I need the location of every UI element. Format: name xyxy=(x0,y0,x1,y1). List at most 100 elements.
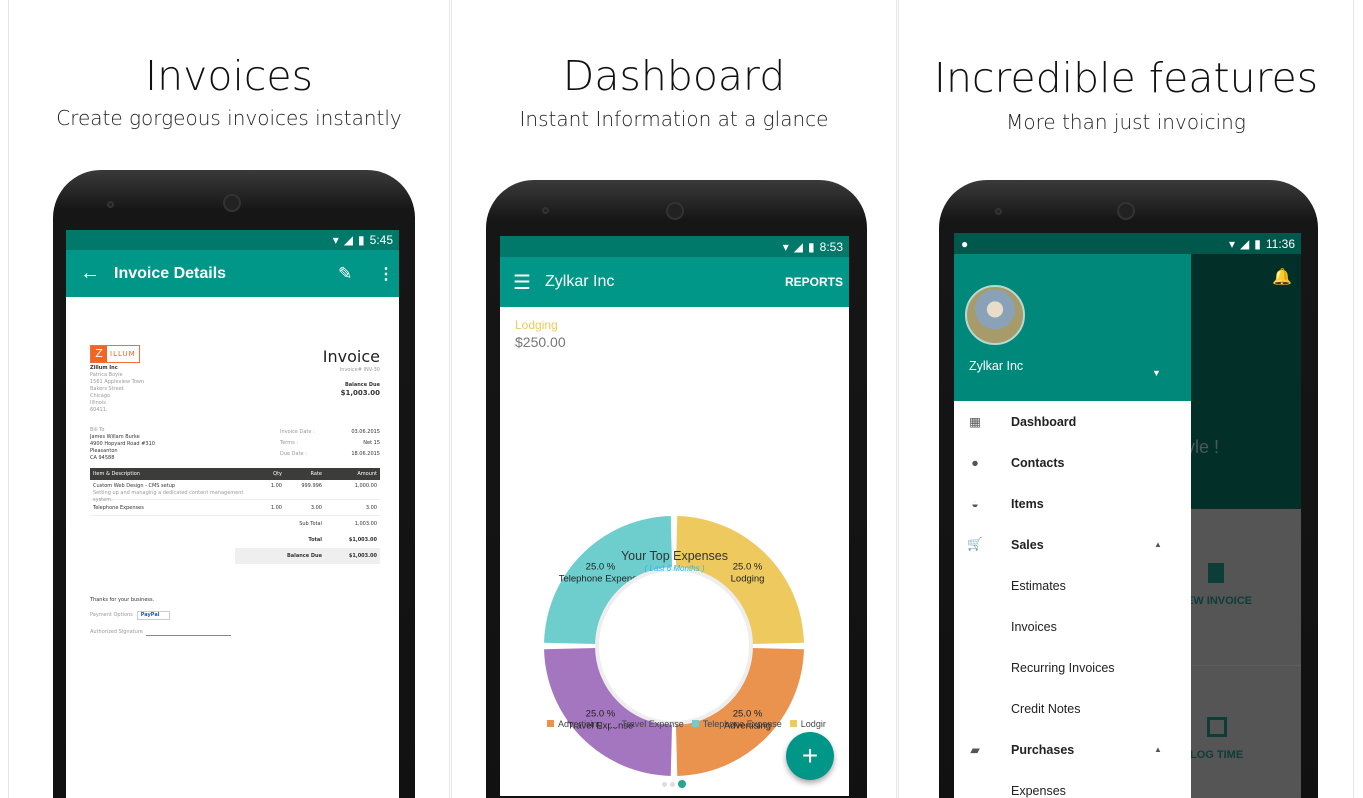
add-fab-button[interactable]: + xyxy=(786,732,834,780)
clock: 11:36 xyxy=(1265,236,1295,251)
page-dot[interactable] xyxy=(662,781,667,787)
account-dropdown-icon[interactable]: ▼ xyxy=(1152,368,1161,378)
drawer-item-expenses[interactable]: Expenses xyxy=(954,770,1191,798)
chart-legend: Advertising Travel Expense Telephone Exp… xyxy=(547,719,826,729)
reports-button[interactable]: REPORTS xyxy=(785,275,843,289)
legend-item-advertising[interactable]: Advertising xyxy=(547,719,603,729)
items-table: Item & Description Qty Rate Amount Custom W… xyxy=(90,468,380,564)
navigation-drawer: Zylkar Inc ▼ ▦ Dashboard ● Contacts ◒ Items 🛒 S… xyxy=(954,254,1191,798)
legend-item-travel[interactable]: Travel Expense xyxy=(610,719,684,729)
drawer-item-items[interactable]: ◒ Items xyxy=(954,483,1191,524)
status-bar: ▾ ◢ ▮ 5:45 xyxy=(66,230,399,250)
panel-features: Incredible features More than just invoi… xyxy=(898,0,1354,798)
page-dot[interactable] xyxy=(670,781,675,787)
new-invoice-shortcut[interactable]: EW INVOICE xyxy=(1186,563,1252,607)
drawer-item-credit-notes[interactable]: Credit Notes xyxy=(954,688,1191,729)
slice-percent-label: 25.0 % xyxy=(733,709,763,720)
panel-subtitle: More than just invoicing xyxy=(1006,110,1246,134)
slice-name-label: Lodging xyxy=(731,573,765,584)
total-row: Total $1,003.00 xyxy=(308,537,377,543)
drawer-item-sales[interactable]: 🛒 Sales ▲ xyxy=(954,524,1191,565)
drawer-item-label: Purchases xyxy=(1011,742,1075,757)
donut-hole xyxy=(595,567,753,725)
drawer-item-label: Items xyxy=(1011,496,1044,511)
toolbar: ← Invoice Details ✎ ⋮ xyxy=(66,250,399,297)
drawer-item-label: Recurring Invoices xyxy=(1011,660,1115,675)
drawer-item-dashboard[interactable]: ▦ Dashboard xyxy=(954,401,1191,442)
company-logo: Z ILLUM xyxy=(90,345,140,363)
slice-percent-label: 25.0 % xyxy=(586,709,616,720)
more-vert-icon[interactable]: ⋮ xyxy=(378,264,394,284)
calendar-plus-icon xyxy=(1207,717,1227,737)
selected-slice-label: Lodging xyxy=(515,318,558,332)
features-screen: ● ▾ ◢ ▮ 11:36 🔔 yle ! EW INVOICE LOG TIME … xyxy=(954,233,1301,798)
balance-due-label: Balance Due xyxy=(344,382,380,388)
basket-icon: ◒ xyxy=(971,496,979,511)
drawer-item-contacts[interactable]: ● Contacts xyxy=(954,442,1191,483)
chart-title: Your Top Expenses xyxy=(620,549,729,563)
table-row: Custom Web Design - CMS setup Setting up … xyxy=(90,480,380,503)
drawer-item-label: Sales xyxy=(1011,537,1044,552)
cart-icon: 🛒 xyxy=(967,537,983,551)
android-icon: ● xyxy=(961,236,969,251)
signal-icon: ◢ xyxy=(1240,236,1250,251)
drawer-item-label: Estimates xyxy=(1011,578,1066,593)
invoice-number: Invoice# INV-30 xyxy=(339,367,380,373)
battery-icon: ▮ xyxy=(808,239,815,254)
toolbar-title: Invoice Details xyxy=(114,264,227,282)
clock: 8:53 xyxy=(819,239,843,254)
balance-row: Balance Due $1,003.00 xyxy=(235,548,380,564)
drawer-item-purchases[interactable]: ▰ Purchases ▲ xyxy=(954,729,1191,770)
edit-pencil-icon[interactable]: ✎ xyxy=(338,264,352,284)
panel-title: Dashboard xyxy=(562,52,786,100)
front-camera xyxy=(1117,202,1135,220)
chart-subtitle: ( Last 6 Months ) xyxy=(644,564,705,573)
invoice-meta: Invoice Date :03.06.2015 Terms : Net 15 D… xyxy=(280,429,380,457)
drawer-item-label: Contacts xyxy=(1011,455,1065,470)
clock: 5:45 xyxy=(369,233,393,247)
back-arrow-icon[interactable]: ← xyxy=(80,262,100,285)
plus-icon: + xyxy=(801,740,819,771)
avatar[interactable] xyxy=(965,285,1025,345)
sensor xyxy=(542,207,549,214)
legend-item-lodging[interactable]: Lodgir xyxy=(789,719,826,729)
status-bar: ● ▾ ◢ ▮ 11:36 xyxy=(954,233,1301,254)
sensor xyxy=(107,201,114,208)
signal-icon: ◢ xyxy=(793,239,804,254)
signature-line: Authorized Signature xyxy=(90,629,231,636)
wifi-icon: ▾ xyxy=(782,239,789,254)
dashboard-screen: ▾ ◢ ▮ 8:53 ☰ Zylkar Inc REPORTS Lodging $2… xyxy=(500,236,849,796)
legend-item-telephone[interactable]: Telephone Expense xyxy=(691,719,782,729)
person-icon: ● xyxy=(971,455,979,470)
expand-less-icon[interactable]: ▲ xyxy=(1154,540,1162,549)
battery-charging-icon: ▮ xyxy=(1254,236,1261,251)
status-bar: ▾ ◢ ▮ 8:53 xyxy=(500,236,849,257)
drawer-item-invoices[interactable]: Invoices xyxy=(954,606,1191,647)
log-time-shortcut[interactable]: LOG TIME xyxy=(1190,717,1243,761)
notification-bell-icon[interactable]: 🔔 xyxy=(1272,267,1292,287)
panel-dashboard: Dashboard Instant Information at a glanc… xyxy=(451,0,897,798)
page-indicator xyxy=(662,780,686,788)
selected-slice-value: $250.00 xyxy=(515,334,566,350)
panel-invoices: Invoices Create gorgeous invoices instan… xyxy=(8,0,450,798)
phone-frame: ▾ ◢ ▮ 5:45 ← Invoice Details ✎ ⋮ Z ILLUM I… xyxy=(53,170,415,798)
drawer-item-label: Credit Notes xyxy=(1011,701,1081,716)
drawer-item-label: Dashboard xyxy=(1011,414,1077,429)
drawer-item-recurring-invoices[interactable]: Recurring Invoices xyxy=(954,647,1191,688)
subtotal-row: Sub Total 1,003.00 xyxy=(299,521,377,527)
panel-title: Invoices xyxy=(145,52,313,100)
page-dot-active[interactable] xyxy=(678,780,686,788)
drawer-item-label: Invoices xyxy=(1011,619,1057,634)
hamburger-menu-icon[interactable]: ☰ xyxy=(513,270,531,295)
thanks-note: Thanks for your business. xyxy=(90,597,155,603)
company-name: Zillum Inc xyxy=(90,365,118,371)
drawer-item-estimates[interactable]: Estimates xyxy=(954,565,1191,606)
expand-less-icon[interactable]: ▲ xyxy=(1154,745,1162,754)
invoice-screen: ▾ ◢ ▮ 5:45 ← Invoice Details ✎ ⋮ Z ILLUM I… xyxy=(66,230,399,798)
drawer-item-label: Expenses xyxy=(1011,783,1066,798)
bill-to: Bill To James Willam Burke 4900 Hopyard Ro… xyxy=(90,427,155,461)
paypal-badge: PayPal xyxy=(136,611,171,620)
document-icon xyxy=(1208,563,1224,583)
toolbar-title: Zylkar Inc xyxy=(545,273,615,290)
shopping-bag-icon: ▰ xyxy=(970,743,980,757)
